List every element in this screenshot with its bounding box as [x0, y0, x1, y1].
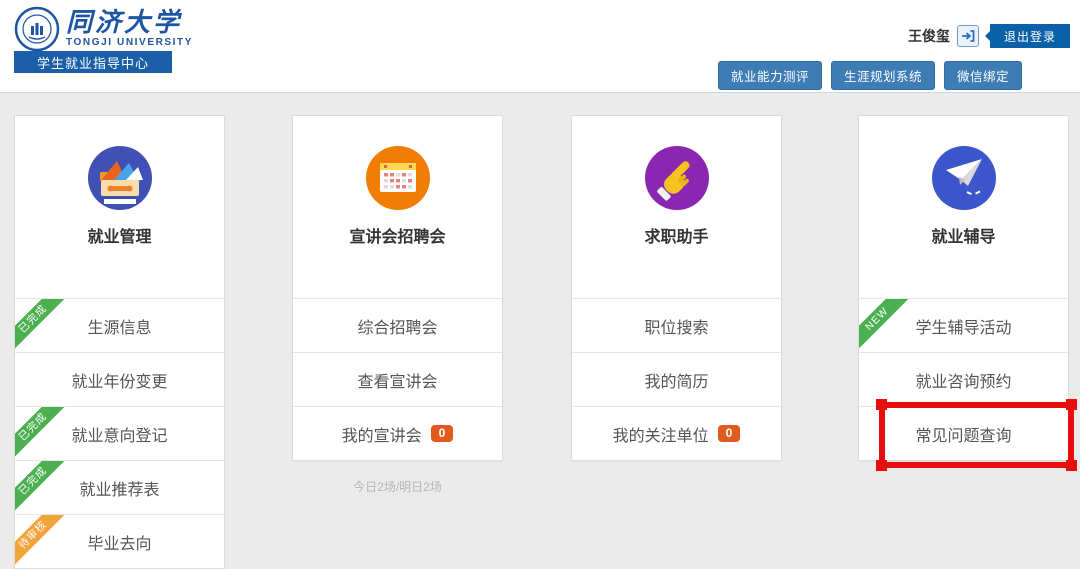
card-column: 宣讲会招聘会综合招聘会查看宣讲会我的宣讲会 0 今日2场/明日2场	[292, 115, 503, 495]
menu-item[interactable]: 常见问题查询	[859, 406, 1068, 460]
menu-item[interactable]: 查看宣讲会	[293, 352, 502, 406]
card-title: 求职助手	[572, 223, 781, 247]
count-badge: 0	[718, 425, 741, 442]
status-ribbon: 已完成	[15, 298, 71, 352]
nav-button-wechat-bind[interactable]: 微信绑定	[944, 61, 1022, 90]
pointing-hand-icon	[645, 146, 709, 210]
card-footer-note: 今日2场/明日2场	[292, 478, 503, 495]
university-name-cn: 同济大学	[66, 10, 193, 36]
main-content: 就业管理已完成生源信息就业年份变更已完成就业意向登记已完成就业推荐表待审核毕业去…	[0, 93, 1080, 552]
nav-button-career-planning[interactable]: 生涯规划系统	[831, 61, 935, 90]
menu-item-label: 我的关注单位	[613, 422, 709, 446]
menu-item-label: 我的简历	[644, 368, 708, 392]
status-ribbon: 已完成	[15, 406, 71, 460]
nav-button-ability-test[interactable]: 就业能力测评	[718, 61, 822, 90]
menu-item-label: 学生辅导活动	[915, 314, 1011, 338]
menu-item[interactable]: 待审核毕业去向	[15, 514, 224, 568]
menu-item[interactable]: 就业年份变更	[15, 352, 224, 406]
menu-item[interactable]: 已完成生源信息	[15, 298, 224, 352]
paper-plane-icon	[932, 146, 996, 210]
card-column: 求职助手职位搜索我的简历我的关注单位 0	[571, 115, 782, 461]
annotation-corner-handle	[1066, 460, 1077, 471]
annotation-corner-handle	[876, 460, 887, 471]
menu-item-label: 就业意向登记	[71, 422, 167, 446]
logged-in-user-name: 王俊玺	[908, 26, 950, 46]
card-header: 就业管理	[15, 146, 224, 298]
count-badge: 0	[431, 425, 454, 442]
menu-item-label: 毕业去向	[87, 530, 151, 554]
tongji-seal-icon	[14, 6, 60, 52]
menu-item[interactable]: 我的关注单位 0	[572, 406, 781, 460]
card: 求职助手职位搜索我的简历我的关注单位 0	[571, 115, 782, 461]
card-title: 就业辅导	[859, 223, 1068, 247]
card-column: 就业辅导NEW学生辅导活动就业咨询预约常见问题查询	[858, 115, 1069, 461]
menu-item-label: 查看宣讲会	[357, 368, 437, 392]
card-column: 就业管理已完成生源信息就业年份变更已完成就业意向登记已完成就业推荐表待审核毕业去…	[14, 115, 225, 569]
menu-item-label: 就业年份变更	[71, 368, 167, 392]
menu-item[interactable]: 综合招聘会	[293, 298, 502, 352]
menu-item-label: 生源信息	[87, 314, 151, 338]
archive-books-icon	[88, 146, 152, 210]
menu-item-label: 综合招聘会	[357, 314, 437, 338]
card-header: 就业辅导	[859, 146, 1068, 298]
calendar-icon	[366, 146, 430, 210]
menu-item[interactable]: NEW学生辅导活动	[859, 298, 1068, 352]
exit-icon[interactable]	[957, 25, 979, 47]
card: 就业辅导NEW学生辅导活动就业咨询预约常见问题查询	[858, 115, 1069, 461]
status-ribbon: 已完成	[15, 460, 71, 514]
card-header: 宣讲会招聘会	[293, 146, 502, 298]
logout-button[interactable]: 退出登录	[990, 24, 1070, 48]
menu-item[interactable]: 就业咨询预约	[859, 352, 1068, 406]
menu-item-label: 就业推荐表	[79, 476, 159, 500]
menu-item[interactable]: 我的宣讲会 0	[293, 406, 502, 460]
menu-item[interactable]: 已完成就业意向登记	[15, 406, 224, 460]
page-header: 同济大学 TONGJI UNIVERSITY 学生就业指导中心 王俊玺 退出登录…	[0, 0, 1080, 93]
card: 宣讲会招聘会综合招聘会查看宣讲会我的宣讲会 0	[292, 115, 503, 461]
menu-item-label: 我的宣讲会	[342, 422, 422, 446]
menu-item[interactable]: 已完成就业推荐表	[15, 460, 224, 514]
menu-item-label: 职位搜索	[644, 314, 708, 338]
card: 就业管理已完成生源信息就业年份变更已完成就业意向登记已完成就业推荐表待审核毕业去…	[14, 115, 225, 569]
card-title: 宣讲会招聘会	[293, 223, 502, 247]
card-header: 求职助手	[572, 146, 781, 298]
card-title: 就业管理	[15, 223, 224, 247]
status-ribbon: 待审核	[15, 514, 71, 568]
site-banner: 学生就业指导中心	[14, 51, 172, 73]
menu-item[interactable]: 我的简历	[572, 352, 781, 406]
menu-item-label: 就业咨询预约	[915, 368, 1011, 392]
menu-item-label: 常见问题查询	[915, 422, 1011, 446]
university-name-en: TONGJI UNIVERSITY	[66, 37, 193, 48]
university-logo: 同济大学 TONGJI UNIVERSITY	[14, 6, 193, 52]
menu-item[interactable]: 职位搜索	[572, 298, 781, 352]
status-ribbon: NEW	[859, 298, 915, 352]
